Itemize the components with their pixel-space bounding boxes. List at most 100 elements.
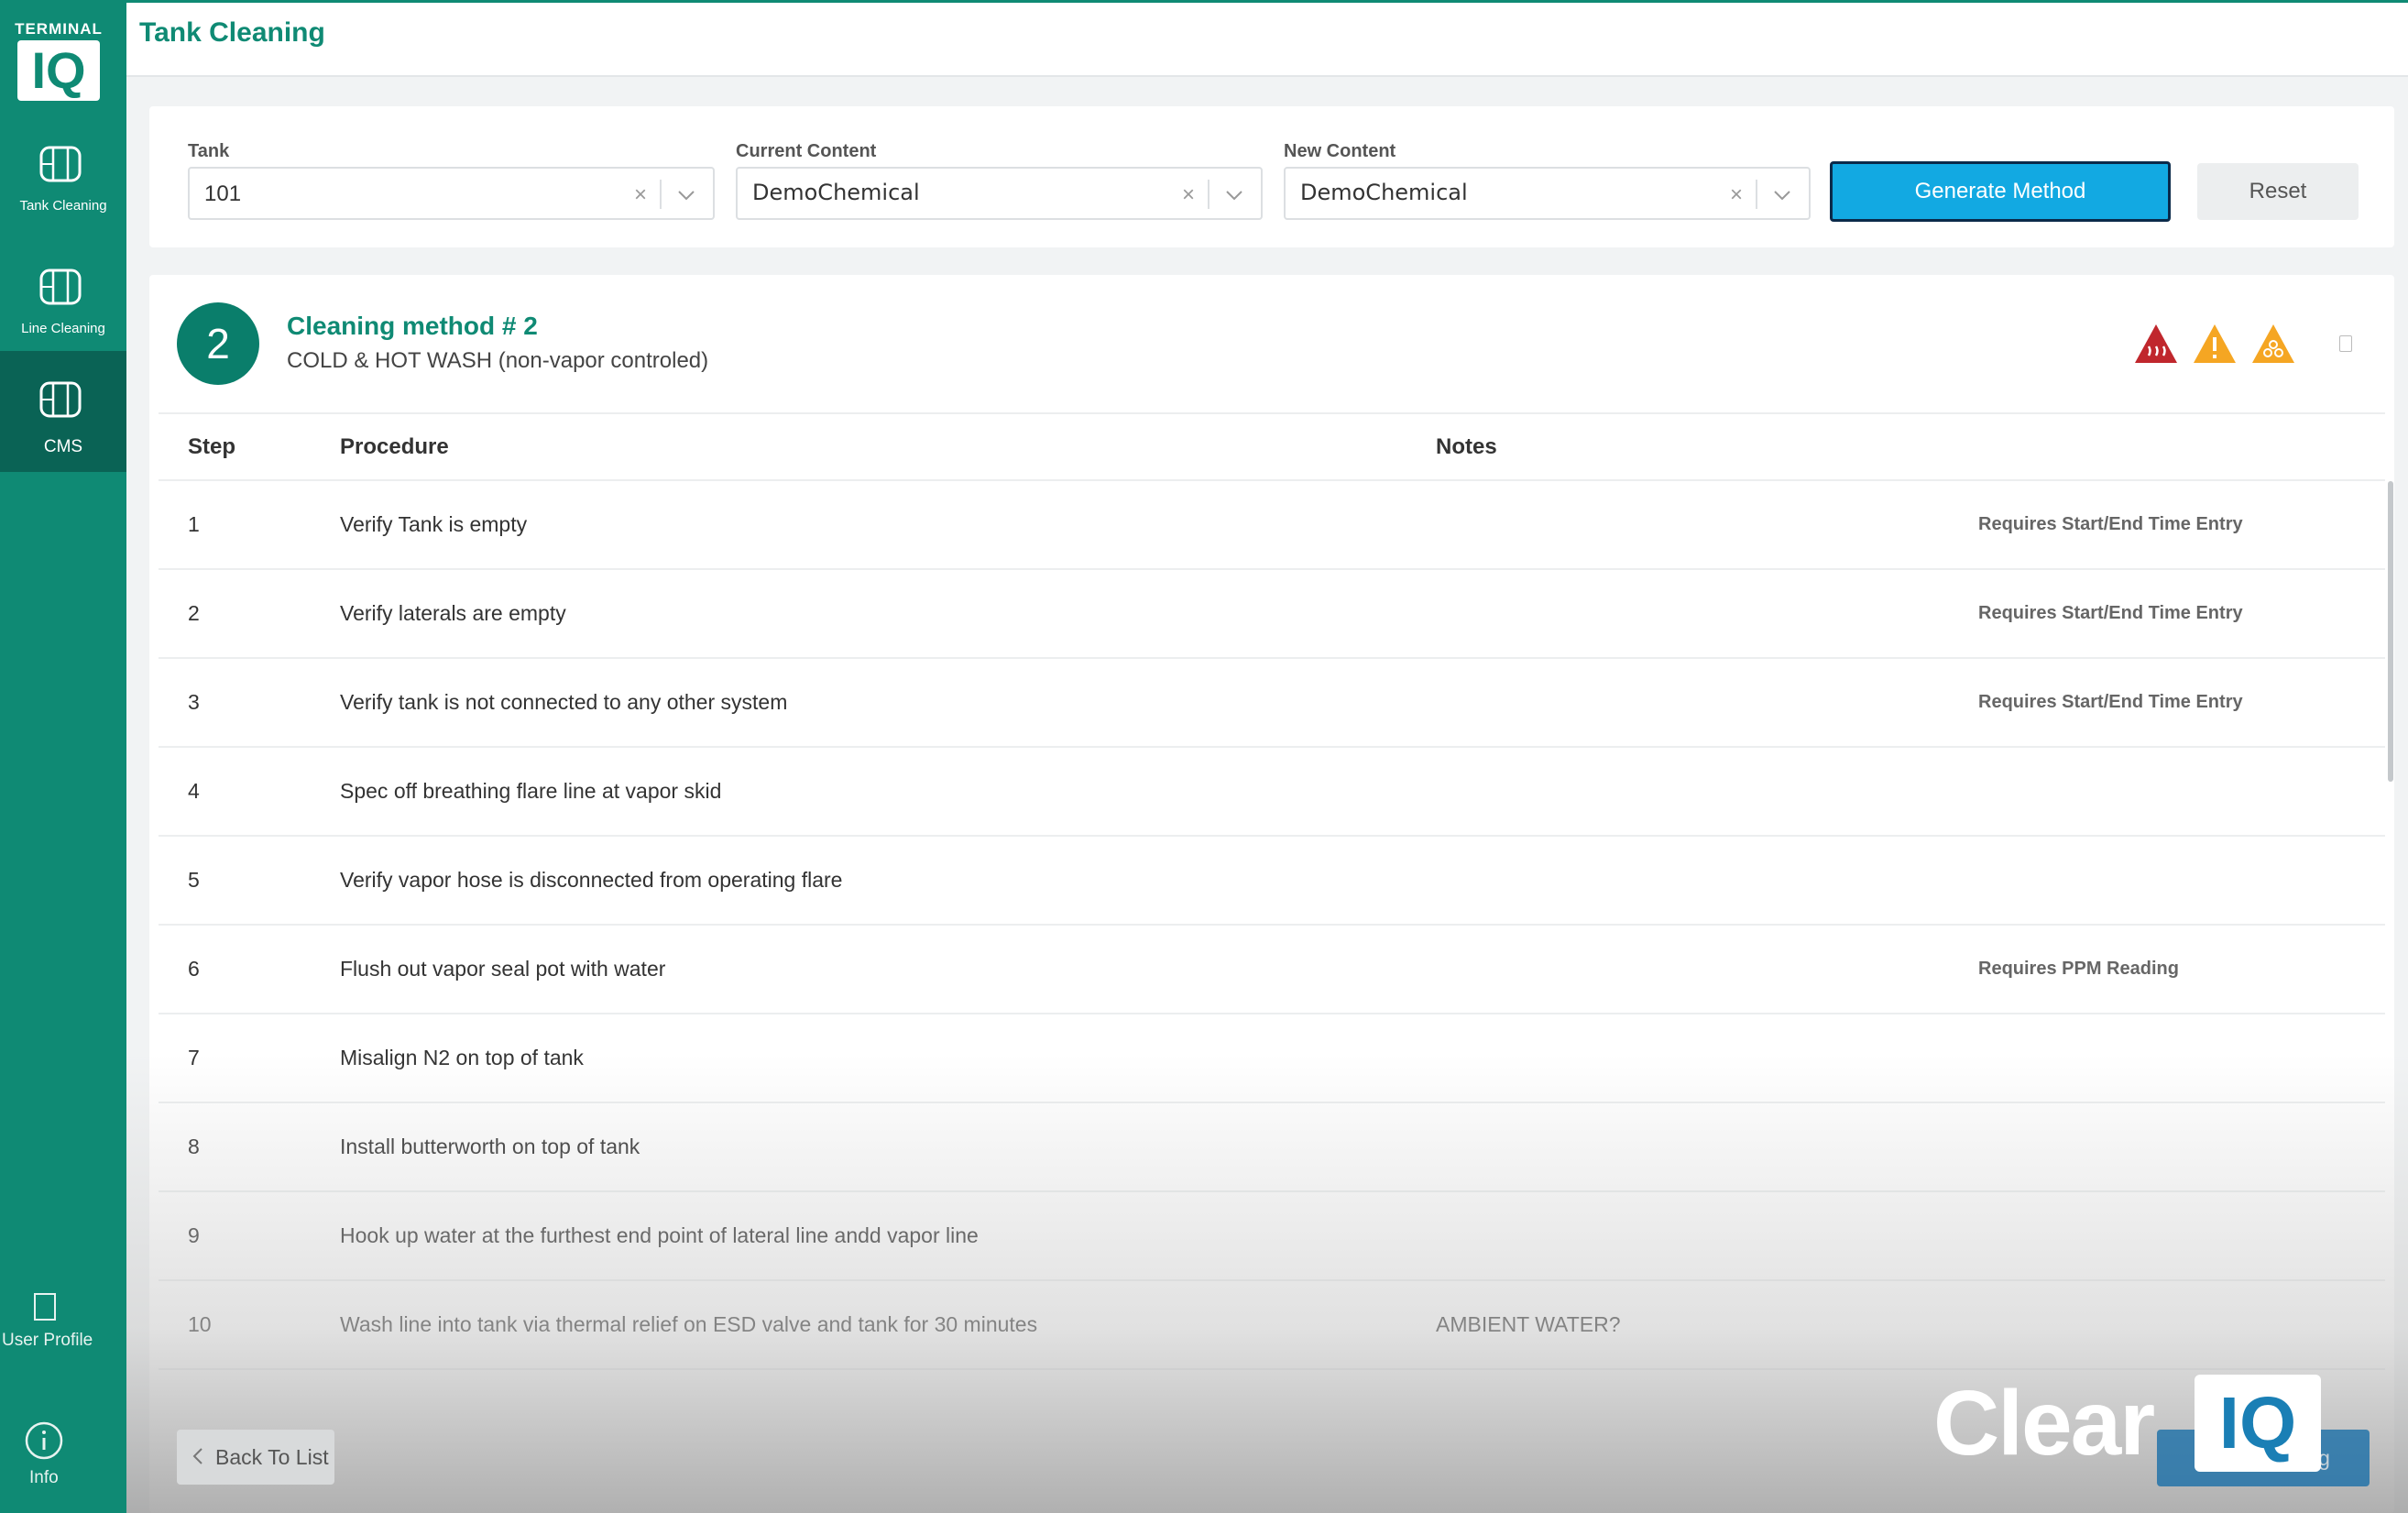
- logo-top-text: TERMINAL: [15, 20, 103, 38]
- sidebar-item-label: Tank Cleaning: [19, 198, 107, 214]
- user-profile-link[interactable]: User Profile: [0, 1292, 126, 1351]
- method-title: Cleaning method # 2: [287, 312, 538, 340]
- table-row[interactable]: 5 Verify vapor hose is disconnected from…: [159, 836, 2385, 926]
- step-notes: [1436, 925, 1978, 1014]
- table-scrollbar[interactable]: [2388, 481, 2393, 782]
- new-content-field: New Content DemoChemical ×: [1284, 141, 1811, 220]
- header-requirement: [1978, 414, 2385, 481]
- table-row[interactable]: 6 Flush out vapor seal pot with water Re…: [159, 925, 2385, 1014]
- tank-icon: [39, 381, 82, 418]
- clear-icon[interactable]: ×: [1182, 182, 1195, 208]
- step-number: 5: [159, 836, 340, 926]
- step-requirement: Requires PPM Reading: [1978, 925, 2385, 1014]
- sidebar-item-tank-cleaning[interactable]: Tank Cleaning: [0, 115, 126, 236]
- back-to-list-label: Back To List: [215, 1445, 329, 1469]
- step-notes: [1436, 1014, 1978, 1103]
- table-row[interactable]: 1 Verify Tank is empty Requires Start/En…: [159, 480, 2385, 570]
- table-row[interactable]: 2 Verify laterals are empty Requires Sta…: [159, 569, 2385, 659]
- header-notes: Notes: [1436, 414, 1978, 481]
- heat-hazard-icon: [2135, 324, 2177, 363]
- select-separator: [1208, 180, 1209, 209]
- step-notes: [1436, 836, 1978, 926]
- step-number: 7: [159, 1014, 340, 1103]
- step-requirement: [1978, 747, 2385, 837]
- step-number: 6: [159, 925, 340, 1014]
- back-to-list-button[interactable]: Back To List: [177, 1430, 334, 1485]
- sidebar-item-label: CMS: [43, 437, 83, 456]
- step-procedure: Flush out vapor seal pot with water: [340, 925, 1436, 1014]
- current-content-value: DemoChemical: [752, 180, 920, 205]
- step-procedure: Verify Tank is empty: [340, 480, 1436, 570]
- step-notes: [1436, 569, 1978, 659]
- terminal-iq-logo[interactable]: TERMINAL IQ: [13, 20, 104, 103]
- watermark-badge: IQ: [2195, 1375, 2321, 1472]
- clear-icon[interactable]: ×: [1730, 182, 1743, 208]
- chevron-down-icon[interactable]: [1770, 183, 1794, 207]
- table-row[interactable]: 10 Wash line into tank via thermal relie…: [159, 1280, 2385, 1370]
- sidebar: TERMINAL IQ Tank Cleaning Line Cleaning: [0, 0, 126, 1513]
- step-procedure: Verify laterals are empty: [340, 569, 1436, 659]
- step-procedure: Misalign N2 on top of tank: [340, 1014, 1436, 1103]
- step-notes: [1436, 480, 1978, 570]
- step-number: 1: [159, 480, 340, 570]
- toxic-hazard-icon: [2252, 324, 2294, 363]
- current-content-select[interactable]: DemoChemical ×: [736, 167, 1263, 220]
- step-requirement: Requires Start/End Time Entry: [1978, 569, 2385, 659]
- info-label: Info: [29, 1468, 59, 1487]
- step-number: 9: [159, 1191, 340, 1281]
- clear-iq-watermark-logo: Clear IQ: [1933, 1373, 2327, 1474]
- chevron-left-icon: [192, 1448, 202, 1464]
- logo-main-text: IQ: [17, 40, 100, 101]
- sidebar-item-line-cleaning[interactable]: Line Cleaning: [0, 238, 126, 359]
- step-requirement: Requires Start/End Time Entry: [1978, 480, 2385, 570]
- step-number: 2: [159, 569, 340, 659]
- step-number: 8: [159, 1102, 340, 1192]
- step-procedure: Wash line into tank via thermal relief o…: [340, 1280, 1436, 1370]
- step-notes: [1436, 658, 1978, 748]
- table-row[interactable]: 4 Spec off breathing flare line at vapor…: [159, 747, 2385, 837]
- chevron-down-icon[interactable]: [1222, 183, 1246, 207]
- step-number: 10: [159, 1280, 340, 1370]
- sidebar-item-cms[interactable]: CMS: [0, 351, 126, 472]
- cleaning-method-card: 2 Cleaning method # 2 COLD & HOT WASH (n…: [149, 275, 2394, 1513]
- tank-icon: [39, 269, 82, 305]
- clear-icon[interactable]: ×: [634, 182, 647, 208]
- generate-method-button[interactable]: Generate Method: [1830, 161, 2171, 222]
- page-header: Tank Cleaning: [126, 0, 2408, 77]
- collapse-toggle-icon[interactable]: [2339, 335, 2352, 352]
- method-number-badge: 2: [177, 302, 259, 385]
- new-content-label: New Content: [1284, 141, 1396, 161]
- tank-icon: [39, 146, 82, 182]
- step-requirement: [1978, 1280, 2385, 1370]
- tank-select[interactable]: 101 ×: [188, 167, 715, 220]
- sidebar-item-label: Line Cleaning: [21, 321, 105, 336]
- table-row[interactable]: 7 Misalign N2 on top of tank: [159, 1014, 2385, 1103]
- tank-select-value: 101: [204, 181, 242, 206]
- table-row[interactable]: 9 Hook up water at the furthest end poin…: [159, 1191, 2385, 1281]
- step-notes: [1436, 1191, 1978, 1281]
- step-notes: [1436, 747, 1978, 837]
- steps-table: Step Procedure Notes 1 Verify Tank is em…: [159, 414, 2385, 1370]
- step-number: 3: [159, 658, 340, 748]
- reset-button[interactable]: Reset: [2197, 163, 2359, 220]
- new-content-select[interactable]: DemoChemical ×: [1284, 167, 1811, 220]
- current-content-field: Current Content DemoChemical ×: [736, 141, 1263, 220]
- tank-label: Tank: [188, 141, 230, 161]
- app-root: TERMINAL IQ Tank Cleaning Line Cleaning: [0, 0, 2408, 1513]
- page-title: Tank Cleaning: [139, 17, 325, 48]
- info-link[interactable]: Info: [0, 1420, 126, 1488]
- step-procedure: Hook up water at the furthest end point …: [340, 1191, 1436, 1281]
- user-profile-icon: [34, 1293, 56, 1321]
- current-content-label: Current Content: [736, 141, 877, 161]
- user-profile-label: User Profile: [2, 1331, 93, 1350]
- step-procedure: Verify tank is not connected to any othe…: [340, 658, 1436, 748]
- step-requirement: Requires Start/End Time Entry: [1978, 658, 2385, 748]
- chevron-down-icon[interactable]: [674, 183, 698, 207]
- step-notes: [1436, 1102, 1978, 1192]
- select-separator: [1756, 180, 1757, 209]
- step-procedure: Verify vapor hose is disconnected from o…: [340, 836, 1436, 926]
- filter-card: Tank 101 × Current Content DemoChemical …: [149, 106, 2394, 247]
- table-row[interactable]: 3 Verify tank is not connected to any ot…: [159, 658, 2385, 748]
- info-icon: [25, 1421, 63, 1460]
- table-row[interactable]: 8 Install butterworth on top of tank: [159, 1102, 2385, 1192]
